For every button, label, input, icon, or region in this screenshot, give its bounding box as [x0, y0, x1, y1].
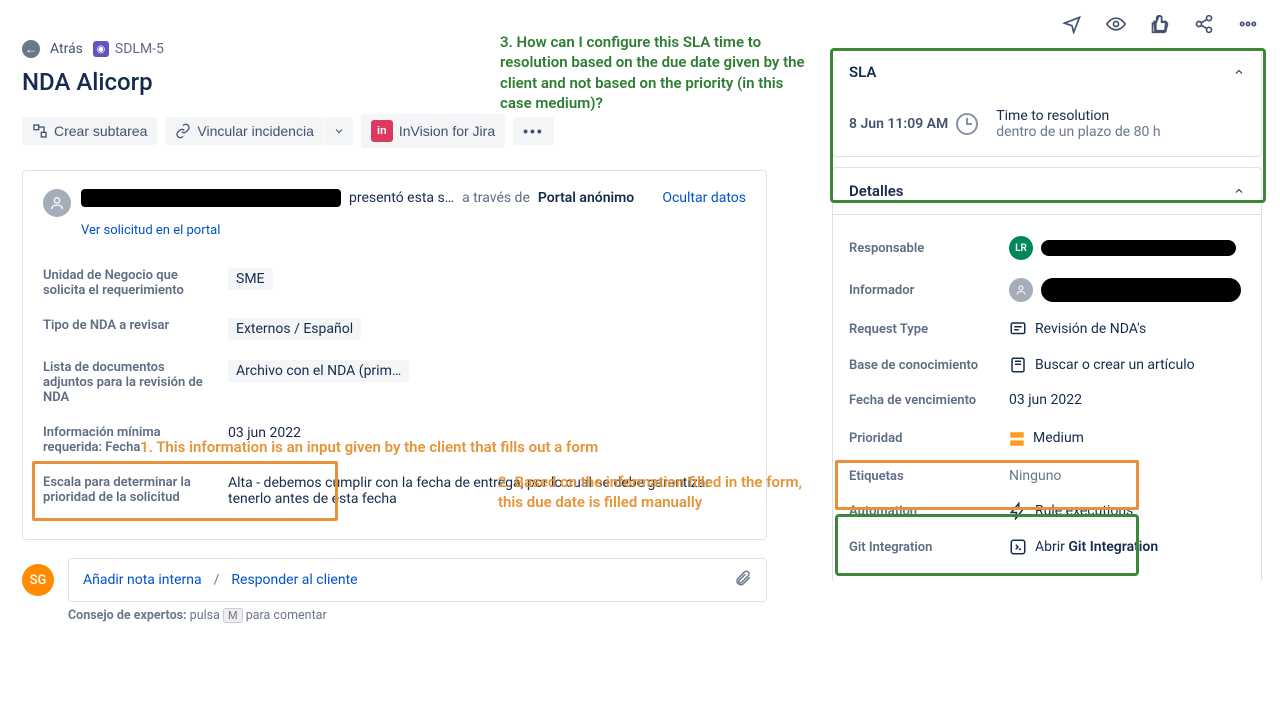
annotation-1: 1. This information is an input given by… — [140, 437, 660, 457]
detail-assignee[interactable]: Responsable LR — [849, 227, 1245, 269]
watch-icon[interactable] — [1104, 12, 1128, 36]
detail-request-type[interactable]: Request Type Revisión de NDA's — [849, 311, 1245, 347]
sla-title: SLA — [849, 63, 876, 81]
clock-icon — [956, 113, 978, 135]
link-issue-dropdown[interactable] — [325, 117, 353, 145]
invision-button[interactable]: in InVision for Jira — [361, 114, 505, 148]
annotation-3: 3. How can I configure this SLA time to … — [500, 32, 810, 113]
redacted-name — [81, 189, 341, 207]
back-arrow-icon[interactable]: ← — [22, 40, 40, 58]
field-value: SME — [228, 268, 273, 290]
create-subtask-label: Crear subtarea — [54, 123, 147, 139]
requester-avatar — [43, 189, 71, 217]
field-label: Escala para determinar la prioridad de l… — [43, 475, 228, 505]
detail-due-date[interactable]: Fecha de vencimiento 03 jun 2022 — [849, 383, 1245, 417]
sla-metric: Time to resolution — [996, 108, 1160, 124]
invision-label: InVision for Jira — [399, 123, 495, 139]
field-label: Tipo de NDA a revisar — [43, 318, 228, 333]
key-hint: M — [223, 608, 243, 623]
reporter-avatar — [1009, 278, 1033, 302]
link-issue-button[interactable]: Vincular incidencia — [165, 117, 323, 145]
detail-labels[interactable]: Etiquetas Ninguno — [849, 459, 1245, 493]
redacted-assignee — [1041, 240, 1236, 256]
more-toolbar-button[interactable]: ••• — [513, 117, 554, 145]
priority-medium-icon: 〓 — [1009, 426, 1025, 450]
detail-git[interactable]: Git Integration Abrir Git Integration — [849, 529, 1245, 565]
invision-icon: in — [371, 120, 393, 142]
git-icon — [1009, 538, 1027, 556]
via-value: Portal anónimo — [538, 190, 634, 206]
detail-knowledge-base[interactable]: Base de conocimiento Buscar o crear un a… — [849, 347, 1245, 383]
view-in-portal-link[interactable]: Ver solicitud en el portal — [81, 223, 220, 238]
create-subtask-button[interactable]: Crear subtarea — [22, 117, 157, 145]
field-nda-type: Tipo de NDA a revisar Externos / Español — [43, 308, 746, 350]
field-label: Unidad de Negocio que solicita el requer… — [43, 268, 228, 298]
chevron-up-icon — [1233, 185, 1245, 197]
detail-automation[interactable]: Automation Rule executions — [849, 493, 1245, 529]
issue-key: SDLM-5 — [115, 41, 164, 57]
redacted-reporter — [1041, 278, 1241, 302]
lightning-icon — [1009, 502, 1027, 520]
attachment-icon[interactable] — [734, 569, 752, 591]
share-icon[interactable] — [1192, 12, 1216, 36]
request-type-icon — [1009, 320, 1027, 338]
hide-details-link[interactable]: Ocultar datos — [662, 190, 746, 206]
ellipsis-icon: ••• — [523, 123, 544, 139]
assignee-avatar: LR — [1009, 236, 1033, 260]
sla-remaining: dentro de un plazo de 80 h — [996, 124, 1160, 140]
details-title: Detalles — [849, 182, 904, 200]
details-panel: Detalles Responsable LR Informador Reque… — [832, 167, 1262, 581]
breadcrumb-back[interactable]: Atrás — [50, 41, 83, 57]
field-value: Archivo con el NDA (prim… — [228, 360, 409, 382]
book-icon — [1009, 356, 1027, 374]
field-business-unit: Unidad de Negocio que solicita el requer… — [43, 258, 746, 308]
issue-type-icon: ◉ — [93, 41, 109, 57]
toolbar: Crear subtarea Vincular incidencia in In… — [22, 114, 812, 148]
sla-panel: SLA 8 Jun 11:09 AM Time to resolution de… — [832, 48, 1262, 157]
user-avatar: SG — [22, 564, 54, 596]
comment-bar[interactable]: Añadir nota interna / Responder al clien… — [68, 558, 767, 602]
annotation-2: 2. Based on the information filled in th… — [498, 472, 818, 513]
more-actions-icon[interactable] — [1236, 12, 1260, 36]
link-issue-label: Vincular incidencia — [197, 123, 313, 139]
add-internal-note-link[interactable]: Añadir nota interna — [83, 572, 202, 588]
sla-date: 8 Jun 11:09 AM — [849, 116, 948, 132]
field-documents: Lista de documentos adjuntos para la rev… — [43, 350, 746, 415]
give-feedback-icon[interactable] — [1060, 12, 1084, 36]
sla-header[interactable]: SLA — [833, 49, 1261, 96]
detail-priority[interactable]: Prioridad 〓 Medium — [849, 417, 1245, 459]
breadcrumb-issue[interactable]: ◉ SDLM-5 — [93, 41, 164, 57]
chevron-up-icon — [1233, 66, 1245, 78]
separator: / — [214, 572, 220, 588]
pro-tip: Consejo de expertos: pulsa M para coment… — [68, 608, 812, 623]
field-label: Lista de documentos adjuntos para la rev… — [43, 360, 228, 405]
details-header[interactable]: Detalles — [833, 168, 1261, 215]
field-value: Externos / Español — [228, 318, 361, 340]
detail-reporter[interactable]: Informador — [849, 269, 1245, 311]
submitted-text: presentó esta s… — [349, 190, 454, 206]
vote-icon[interactable] — [1148, 12, 1172, 36]
via-label: a través de — [462, 190, 530, 206]
reply-customer-link[interactable]: Responder al cliente — [231, 572, 357, 588]
